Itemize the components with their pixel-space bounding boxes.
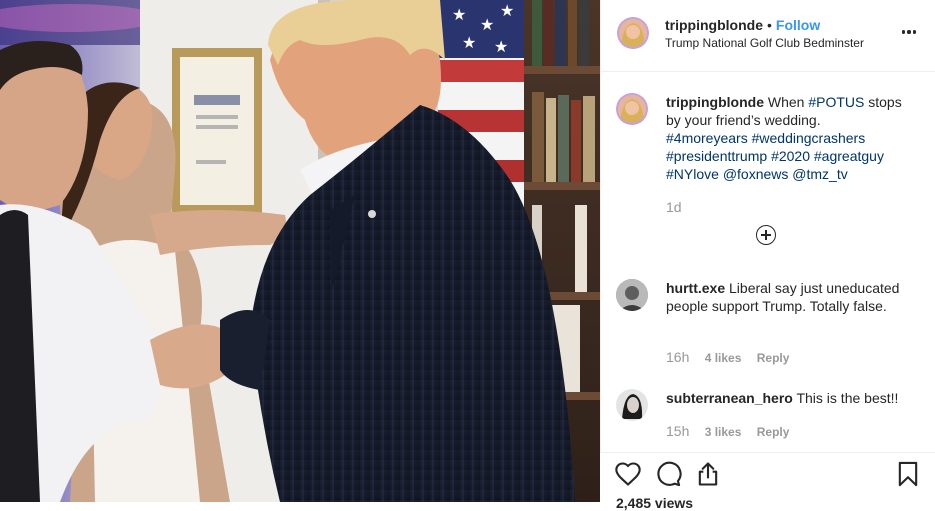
comment-username[interactable]: hurtt.exe	[666, 280, 725, 296]
heart-icon[interactable]	[614, 460, 642, 488]
post-video[interactable]: ★ ★ ★ ★ ★	[0, 0, 600, 502]
comment-likes[interactable]: 4 likes	[705, 351, 742, 365]
comment-time[interactable]: 16h	[666, 349, 689, 365]
comment-meta: 16h 4 likes Reply	[666, 349, 801, 365]
avatar-image	[616, 389, 648, 421]
caption-age[interactable]: 1d	[666, 199, 682, 215]
hashtag-link[interactable]: #4moreyears	[666, 130, 748, 146]
caption-author-avatar[interactable]	[616, 93, 648, 125]
hashtag-link[interactable]: #POTUS	[808, 94, 864, 110]
reply-button[interactable]: Reply	[757, 425, 790, 439]
more-options-icon[interactable]	[899, 22, 919, 42]
mention-link[interactable]: @tmz_tv	[792, 166, 847, 182]
load-more-comments-icon[interactable]	[756, 225, 776, 245]
author-username[interactable]: trippingblonde	[665, 17, 763, 33]
avatar-image	[616, 279, 648, 311]
header-separator: •	[766, 17, 772, 33]
hashtag-link[interactable]: #NYlove	[666, 166, 719, 182]
caption-username[interactable]: trippingblonde	[666, 94, 764, 110]
comment-body: subterranean_hero This is the best!!	[666, 389, 916, 407]
post-caption: trippingblonde When #POTUS stops by your…	[666, 93, 918, 183]
mention-link[interactable]: @foxnews	[723, 166, 789, 182]
comment-username[interactable]: subterranean_hero	[666, 390, 793, 406]
comment-text: This is the best!!	[796, 390, 899, 406]
bookmark-icon[interactable]	[894, 460, 922, 488]
comment-likes[interactable]: 3 likes	[705, 425, 742, 439]
comment-time[interactable]: 15h	[666, 423, 689, 439]
caption-text-before: When	[767, 94, 805, 110]
comment-meta: 15h 3 likes Reply	[666, 423, 801, 439]
hashtag-link[interactable]: #agreatguy	[814, 148, 884, 164]
share-icon[interactable]	[694, 460, 722, 488]
author-avatar[interactable]	[617, 17, 649, 49]
reply-button[interactable]: Reply	[757, 351, 790, 365]
header-name-line: trippingblonde • Follow	[665, 17, 820, 33]
hashtag-link[interactable]: #weddingcrashers	[752, 130, 866, 146]
avatar-image	[616, 93, 648, 125]
commenter-avatar[interactable]	[616, 389, 648, 421]
avatar-image	[617, 17, 649, 49]
video-play-area[interactable]	[0, 0, 600, 502]
comment-icon[interactable]	[654, 460, 682, 488]
view-count[interactable]: 2,485 views	[616, 495, 693, 511]
post-location[interactable]: Trump National Golf Club Bedminster	[665, 36, 864, 50]
follow-button[interactable]: Follow	[776, 17, 820, 33]
post-header: trippingblonde • Follow Trump National Gol…	[601, 0, 935, 72]
hashtag-link[interactable]: #presidenttrump	[666, 148, 767, 164]
post-actions-bar: 2,485 views	[600, 452, 935, 511]
hashtag-link[interactable]: #2020	[771, 148, 810, 164]
commenter-avatar[interactable]	[616, 279, 648, 311]
comment-body: hurtt.exe Liberal say just uneducated pe…	[666, 279, 916, 315]
